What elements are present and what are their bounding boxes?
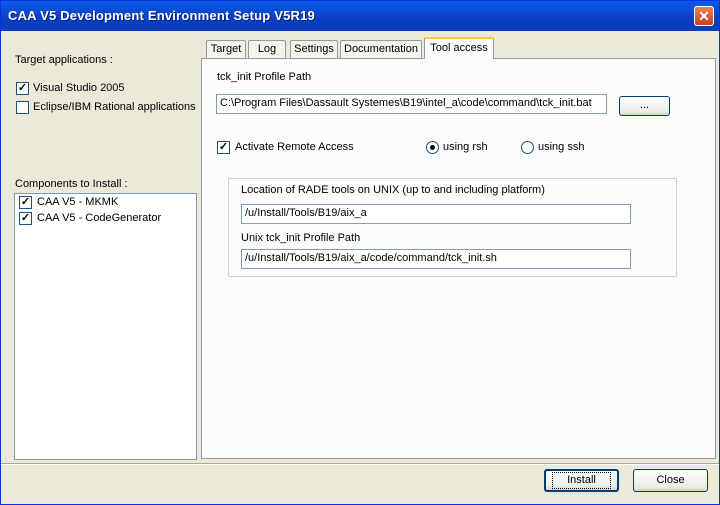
components-label: Components to Install : [15,178,128,190]
close-icon[interactable]: ✕ [694,6,714,26]
tab-target[interactable]: Target [206,40,246,58]
title-bar[interactable]: CAA V5 Development Environment Setup V5R… [1,1,719,31]
remote-access-label: Activate Remote Access [235,141,354,153]
component-label-mkmk: CAA V5 - MKMK [37,196,119,208]
close-button[interactable]: Close [633,469,708,492]
rade-location-label: Location of RADE tools on UNIX (up to an… [241,184,545,196]
rade-location-input[interactable]: /u/Install/Tools/B19/aix_a [241,204,631,224]
unix-profile-input[interactable]: /u/Install/Tools/B19/aix_a/code/command/… [241,249,631,269]
visual-studio-checkbox[interactable]: ✓ [16,82,29,95]
unix-profile-label: Unix tck_init Profile Path [241,232,361,244]
component-checkbox-mkmk[interactable]: ✓ [19,196,32,209]
target-applications-label: Target applications : [15,54,113,66]
list-item[interactable]: ✓ CAA V5 - MKMK [15,195,196,211]
eclipse-checkbox[interactable] [16,101,29,114]
install-button-label: Install [552,472,611,489]
ssh-radio[interactable] [521,141,534,154]
components-list[interactable]: ✓ CAA V5 - MKMK ✓ CAA V5 - CodeGenerator [14,193,197,460]
tck-init-profile-input[interactable]: C:\Program Files\Dassault Systemes\B19\i… [216,94,607,114]
browse-button[interactable]: ... [619,96,670,116]
tab-documentation[interactable]: Documentation [340,40,422,58]
remote-access-checkbox[interactable]: ✓ [217,141,230,154]
tab-tool-access[interactable]: Tool access [424,37,494,59]
setup-window: CAA V5 Development Environment Setup V5R… [0,0,720,505]
rsh-radio[interactable] [426,141,439,154]
window-title: CAA V5 Development Environment Setup V5R… [8,8,315,23]
list-item[interactable]: ✓ CAA V5 - CodeGenerator [15,211,196,227]
footer-separator [1,463,719,465]
install-button[interactable]: Install [544,469,619,492]
eclipse-label: Eclipse/IBM Rational applications [33,101,196,113]
visual-studio-label: Visual Studio 2005 [33,82,125,94]
component-checkbox-codegenerator[interactable]: ✓ [19,212,32,225]
rsh-label: using rsh [443,141,488,153]
tck-init-profile-label: tck_init Profile Path [217,71,312,83]
ssh-label: using ssh [538,141,585,153]
tab-settings[interactable]: Settings [290,40,338,58]
component-label-codegenerator: CAA V5 - CodeGenerator [37,212,162,224]
tab-log[interactable]: Log [248,40,286,58]
